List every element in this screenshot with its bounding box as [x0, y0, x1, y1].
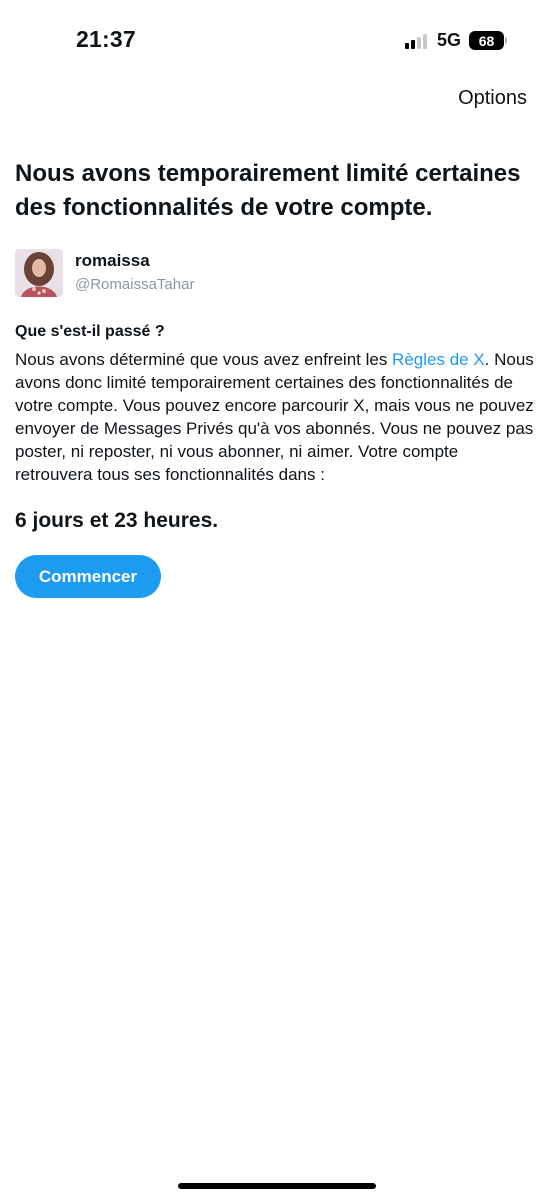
avatar	[15, 249, 63, 297]
status-indicators: 5G 68	[404, 30, 507, 51]
main-content: Nous avons temporairement limité certain…	[15, 157, 539, 598]
signal-icon	[404, 33, 427, 49]
options-button[interactable]: Options	[458, 87, 527, 110]
battery-icon: 68	[469, 31, 507, 50]
network-type: 5G	[436, 30, 461, 50]
section-heading: Que s'est-il passé ?	[15, 323, 165, 340]
explanation-text-before: Nous avons déterminé que vous avez enfre…	[15, 350, 393, 369]
rules-link[interactable]: Règles de X	[392, 350, 485, 369]
explanation-text-after: . Nous avons donc limité temporairement …	[15, 350, 534, 484]
profile-name: romaissa	[75, 251, 150, 270]
start-button[interactable]: Commencer	[15, 555, 161, 598]
battery-level: 68	[469, 31, 504, 50]
home-indicator[interactable]	[178, 1183, 376, 1189]
status-bar: 21:37 5G 68	[0, 0, 553, 80]
profile-card: romaissa @RomaissaTahar	[15, 249, 539, 297]
countdown-text: 6 jours et 23 heures.	[15, 509, 219, 532]
page-title: Nous avons temporairement limité certain…	[15, 160, 521, 221]
status-time: 21:37	[76, 26, 136, 52]
explanation-text: Nous avons déterminé que vous avez enfre…	[15, 348, 539, 486]
profile-handle: @RomaissaTahar	[75, 276, 195, 293]
